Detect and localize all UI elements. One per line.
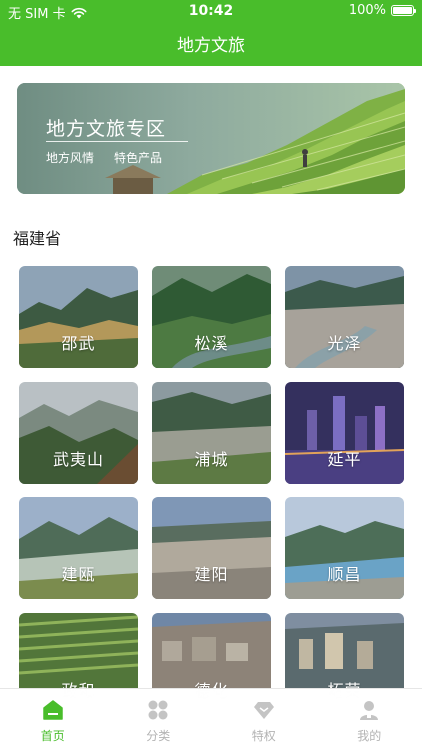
- battery-percent: 100%: [348, 3, 386, 18]
- tab-home[interactable]: 首页: [0, 689, 106, 750]
- banner-tags: 地方风情 特色产品: [46, 149, 162, 166]
- status-bar: 无 SIM 卡 10:42 100%: [0, 0, 422, 22]
- city-name: 建瓯: [61, 565, 96, 584]
- app-header: 无 SIM 卡 10:42 100% 地方文旅: [0, 0, 422, 66]
- province-heading: 福建省: [13, 229, 62, 248]
- page-title: 地方文旅: [177, 36, 245, 56]
- banner-tag-culture[interactable]: 地方风情: [46, 149, 94, 166]
- diamond-icon: [253, 702, 274, 719]
- tab-privilege[interactable]: 特权: [211, 689, 317, 750]
- banner-title: 地方文旅专区: [46, 118, 167, 140]
- banner-divider: [46, 141, 188, 142]
- bottom-tab-bar: 首页 分类 特权 我的: [0, 688, 422, 750]
- banner-tag-products[interactable]: 特色产品: [114, 149, 162, 166]
- status-right: 100%: [348, 3, 416, 18]
- city-tile-songxi[interactable]: 松溪: [152, 266, 271, 368]
- home-icon: [43, 700, 63, 720]
- user-icon: [360, 701, 379, 720]
- promo-banner[interactable]: 地方文旅专区 地方风情 特色产品: [17, 83, 405, 194]
- tab-category[interactable]: 分类: [106, 689, 212, 750]
- city-name: 松溪: [194, 334, 229, 353]
- city-tile-pucheng[interactable]: 浦城: [152, 382, 271, 484]
- tab-mine[interactable]: 我的: [317, 689, 422, 750]
- city-name: 顺昌: [327, 565, 362, 584]
- category-icon: [148, 700, 168, 720]
- tab-label: 分类: [146, 729, 171, 743]
- city-name: 光泽: [327, 334, 362, 353]
- city-name: 建阳: [194, 565, 229, 584]
- city-name: 邵武: [61, 334, 96, 353]
- city-tile-jianou[interactable]: 建瓯: [19, 497, 138, 599]
- city-name: 武夷山: [52, 450, 104, 469]
- tab-label: 特权: [251, 729, 276, 743]
- tab-label: 我的: [357, 729, 382, 743]
- city-name: 延平: [327, 450, 362, 469]
- city-tile-guangze[interactable]: 光泽: [285, 266, 404, 368]
- city-tile-shaowu[interactable]: 邵武: [19, 266, 138, 368]
- city-tile-jianyang[interactable]: 建阳: [152, 497, 271, 599]
- city-tile-yanping[interactable]: 延平: [285, 382, 404, 484]
- battery-icon: [391, 5, 416, 16]
- city-tile-wuyishan[interactable]: 武夷山: [19, 382, 138, 484]
- city-name: 浦城: [194, 450, 229, 469]
- city-tile-shunchang[interactable]: 顺昌: [285, 497, 404, 599]
- tab-label: 首页: [40, 729, 65, 743]
